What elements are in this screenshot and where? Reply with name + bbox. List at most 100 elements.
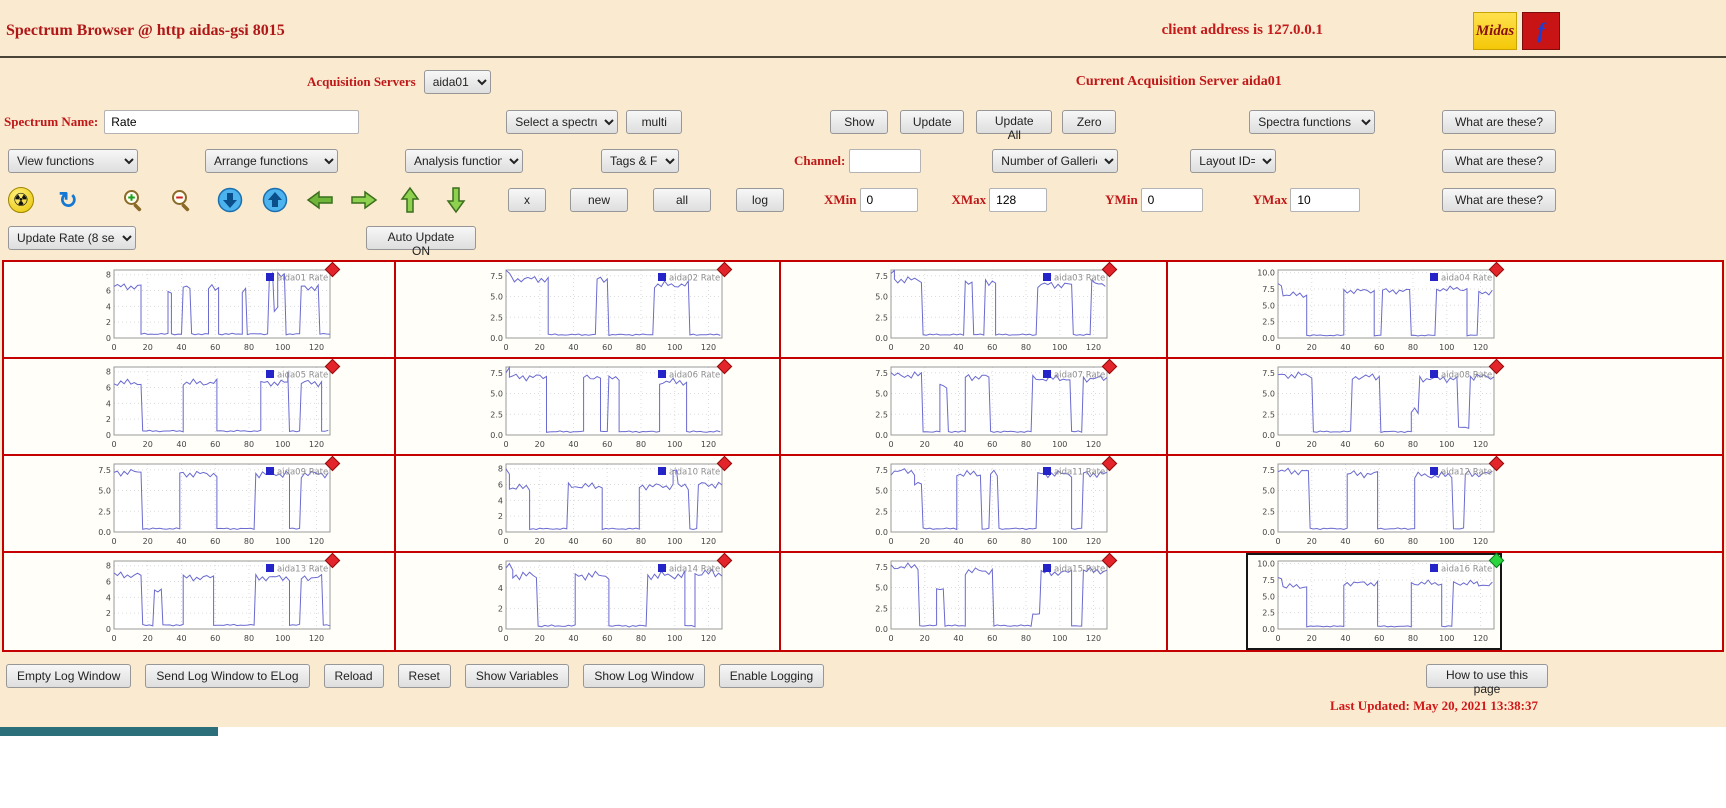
spectrum-panel-14[interactable]: 0 20 40 60 80 100 120 0 2 4 6 aida14 Rate — [476, 552, 733, 648]
pan-right-icon[interactable] — [350, 186, 378, 214]
spectrum-chart-11[interactable]: 0 20 40 60 80 100 120 0.0 2.5 5.0 7.5 aida11 Rate — [861, 458, 1113, 551]
spectrum-panel-10[interactable]: 0 20 40 60 80 100 120 0 2 4 6 8 aida10 Rate — [476, 455, 733, 551]
spectrum-panel-4[interactable]: 0 20 40 60 80 100 120 0.0 2.5 5.0 7.5 10.0 aida04 Ra… — [1248, 261, 1505, 357]
spectrum-chart-15[interactable]: 0 20 40 60 80 100 120 0.0 2.5 5.0 7.5 aida15 Rate — [861, 555, 1113, 648]
show-variables-button[interactable]: Show Variables — [464, 664, 570, 688]
spectrum-panel-6[interactable]: 0 20 40 60 80 100 120 0.0 2.5 5.0 7.5 aida06 Rate — [476, 358, 733, 454]
spectrum-panel-12[interactable]: 0 20 40 60 80 100 120 0.0 2.5 5.0 7.5 aida12 Rate — [1248, 455, 1505, 551]
svg-text:20: 20 — [920, 343, 930, 352]
new-button[interactable]: new — [570, 188, 628, 212]
svg-text:100: 100 — [275, 343, 290, 352]
reload-button[interactable]: Reload — [323, 664, 384, 688]
svg-text:2: 2 — [498, 604, 503, 613]
spectrum-chart-16[interactable]: 0 20 40 60 80 100 120 0.0 2.5 5.0 7.5 10.0 aida16 Ra… — [1248, 555, 1500, 648]
svg-text:40: 40 — [176, 537, 186, 546]
ymin-label: YMin — [1105, 192, 1138, 207]
spectrum-chart-13[interactable]: 0 20 40 60 80 100 120 0 2 4 6 8 aida13 Rate — [84, 555, 336, 648]
spectrum-panel-7[interactable]: 0 20 40 60 80 100 120 0.0 2.5 5.0 7.5 aida07 Rate — [861, 358, 1118, 454]
spectrum-chart-5[interactable]: 0 20 40 60 80 100 120 0 2 4 6 8 aida05 Rate — [84, 361, 336, 454]
svg-text:7.5: 7.5 — [875, 466, 888, 475]
spectrum-panel-3[interactable]: 0 20 40 60 80 100 120 0.0 2.5 5.0 7.5 aida03 Rate — [861, 261, 1118, 357]
zoom-out-icon[interactable] — [168, 186, 196, 214]
spectrum-gallery: 0 20 40 60 80 100 120 0 2 4 6 8 aida01 Rate 0 20 40 60 80… — [2, 260, 1724, 652]
update-button[interactable]: Update — [900, 110, 965, 134]
spectrum-panel-8[interactable]: 0 20 40 60 80 100 120 0.0 2.5 5.0 7.5 aida08 Rate — [1248, 358, 1505, 454]
ymax-label: YMax — [1252, 192, 1288, 207]
zoom-in-icon[interactable] — [120, 186, 148, 214]
log-button[interactable]: log — [736, 188, 784, 212]
spectrum-chart-2[interactable]: 0 20 40 60 80 100 120 0.0 2.5 5.0 7.5 aida02 Rate — [476, 264, 728, 357]
gallery-cell-6: 0 20 40 60 80 100 120 0.0 2.5 5.0 7.5 aida06 Rate — [396, 358, 781, 456]
enable-logging-button[interactable]: Enable Logging — [718, 664, 825, 688]
pan-down-icon[interactable] — [442, 186, 470, 214]
xmax-input[interactable] — [989, 188, 1048, 212]
spectrum-chart-3[interactable]: 0 20 40 60 80 100 120 0.0 2.5 5.0 7.5 aida03 Rate — [861, 264, 1113, 357]
xmin-input[interactable] — [859, 188, 918, 212]
scroll-up-icon[interactable] — [261, 186, 289, 214]
spectrum-chart-6[interactable]: 0 20 40 60 80 100 120 0.0 2.5 5.0 7.5 aida06 Rate — [476, 361, 728, 454]
spectrum-chart-10[interactable]: 0 20 40 60 80 100 120 0 2 4 6 8 aida10 Rate — [476, 458, 728, 551]
svg-text:120: 120 — [701, 343, 716, 352]
pan-left-icon[interactable] — [306, 186, 334, 214]
auto-update-button[interactable]: Auto Update ON — [366, 226, 476, 258]
spectrum-name-input[interactable] — [104, 110, 360, 134]
tags-fits-dropdown[interactable]: Tags & Fits — [601, 149, 679, 173]
spectrum-panel-13[interactable]: 0 20 40 60 80 100 120 0 2 4 6 8 aida13 Rate — [84, 552, 341, 648]
spectrum-chart-12[interactable]: 0 20 40 60 80 100 120 0.0 2.5 5.0 7.5 aida12 Rate — [1248, 458, 1500, 551]
view-functions-dropdown[interactable]: View functions — [8, 149, 138, 173]
gallery-cell-2: 0 20 40 60 80 100 120 0.0 2.5 5.0 7.5 aida02 Rate — [396, 261, 781, 359]
spectrum-chart-4[interactable]: 0 20 40 60 80 100 120 0.0 2.5 5.0 7.5 10.0 aida04 Ra… — [1248, 264, 1500, 357]
svg-text:100: 100 — [275, 537, 290, 546]
scroll-down-icon[interactable] — [216, 186, 244, 214]
select-spectrum-dropdown[interactable]: Select a spectrum — [506, 110, 619, 134]
spectrum-chart-1[interactable]: 0 20 40 60 80 100 120 0 2 4 6 8 aida01 Rate — [84, 264, 336, 357]
spectrum-chart-8[interactable]: 0 20 40 60 80 100 120 0.0 2.5 5.0 7.5 aida08 Rate — [1248, 361, 1500, 454]
svg-text:2.5: 2.5 — [875, 410, 888, 419]
analysis-functions-dropdown[interactable]: Analysis functions — [405, 149, 523, 173]
what-are-these-button-3[interactable]: What are these? — [1442, 188, 1556, 212]
svg-text:7.5: 7.5 — [1262, 369, 1275, 378]
what-are-these-button-1[interactable]: What are these? — [1442, 110, 1556, 134]
x-button[interactable]: x — [508, 188, 546, 212]
reset-button[interactable]: Reset — [397, 664, 451, 688]
svg-text:20: 20 — [920, 537, 930, 546]
spectrum-panel-2[interactable]: 0 20 40 60 80 100 120 0.0 2.5 5.0 7.5 aida02 Rate — [476, 261, 733, 357]
zero-button[interactable]: Zero — [1062, 110, 1117, 134]
spectrum-chart-7[interactable]: 0 20 40 60 80 100 120 0.0 2.5 5.0 7.5 aida07 Rate — [861, 361, 1113, 454]
show-button[interactable]: Show — [830, 110, 889, 134]
svg-text:20: 20 — [535, 343, 545, 352]
spectrum-panel-16[interactable]: 0 20 40 60 80 100 120 0.0 2.5 5.0 7.5 10.0 aida16 Ra… — [1246, 552, 1505, 650]
send-log-window-to-elog-button[interactable]: Send Log Window to ELog — [145, 664, 310, 688]
multi-button[interactable]: multi — [626, 110, 683, 134]
update-rate-dropdown[interactable]: Update Rate (8 secs) — [8, 226, 136, 250]
layout-id-dropdown[interactable]: Layout ID=1 — [1190, 149, 1277, 173]
all-button[interactable]: all — [653, 188, 711, 212]
ymax-input[interactable] — [1290, 188, 1361, 212]
acquisition-server-select[interactable]: aida01 — [423, 70, 491, 94]
spectrum-panel-1[interactable]: 0 20 40 60 80 100 120 0 2 4 6 8 aida01 Rate — [84, 261, 341, 357]
update-all-button[interactable]: Update All — [976, 110, 1053, 142]
svg-text:5.0: 5.0 — [1262, 301, 1275, 310]
radiation-icon[interactable]: ☢ — [8, 187, 34, 213]
spectrum-chart-9[interactable]: 0 20 40 60 80 100 120 0.0 2.5 5.0 7.5 aida09 Rate — [84, 458, 336, 551]
header-divider — [0, 56, 1726, 58]
svg-text:aida10 Rate: aida10 Rate — [669, 468, 720, 478]
spectrum-panel-5[interactable]: 0 20 40 60 80 100 120 0 2 4 6 8 aida05 Rate — [84, 358, 341, 454]
empty-log-window-button[interactable]: Empty Log Window — [6, 664, 132, 688]
arrange-functions-dropdown[interactable]: Arrange functions — [205, 149, 338, 173]
ymin-input[interactable] — [1140, 188, 1203, 212]
spectrum-panel-15[interactable]: 0 20 40 60 80 100 120 0.0 2.5 5.0 7.5 aida15 Rate — [861, 552, 1118, 648]
spectra-functions-dropdown[interactable]: Spectra functions — [1249, 110, 1376, 134]
refresh-icon[interactable]: ↻ — [54, 186, 82, 214]
how-to-use-button[interactable]: How to use this page — [1426, 664, 1548, 696]
spectrum-panel-9[interactable]: 0 20 40 60 80 100 120 0.0 2.5 5.0 7.5 aida09 Rate — [84, 455, 341, 551]
show-log-window-button[interactable]: Show Log Window — [583, 664, 705, 688]
pan-up-icon[interactable] — [396, 186, 424, 214]
svg-text:5.0: 5.0 — [875, 584, 888, 593]
what-are-these-button-2[interactable]: What are these? — [1442, 149, 1556, 173]
number-of-galleries-dropdown[interactable]: Number of Galleries — [992, 149, 1119, 173]
channel-input[interactable] — [849, 149, 922, 173]
spectrum-chart-14[interactable]: 0 20 40 60 80 100 120 0 2 4 6 aida14 Rate — [476, 555, 728, 648]
svg-text:40: 40 — [953, 343, 963, 352]
spectrum-panel-11[interactable]: 0 20 40 60 80 100 120 0.0 2.5 5.0 7.5 aida11 Rate — [861, 455, 1118, 551]
